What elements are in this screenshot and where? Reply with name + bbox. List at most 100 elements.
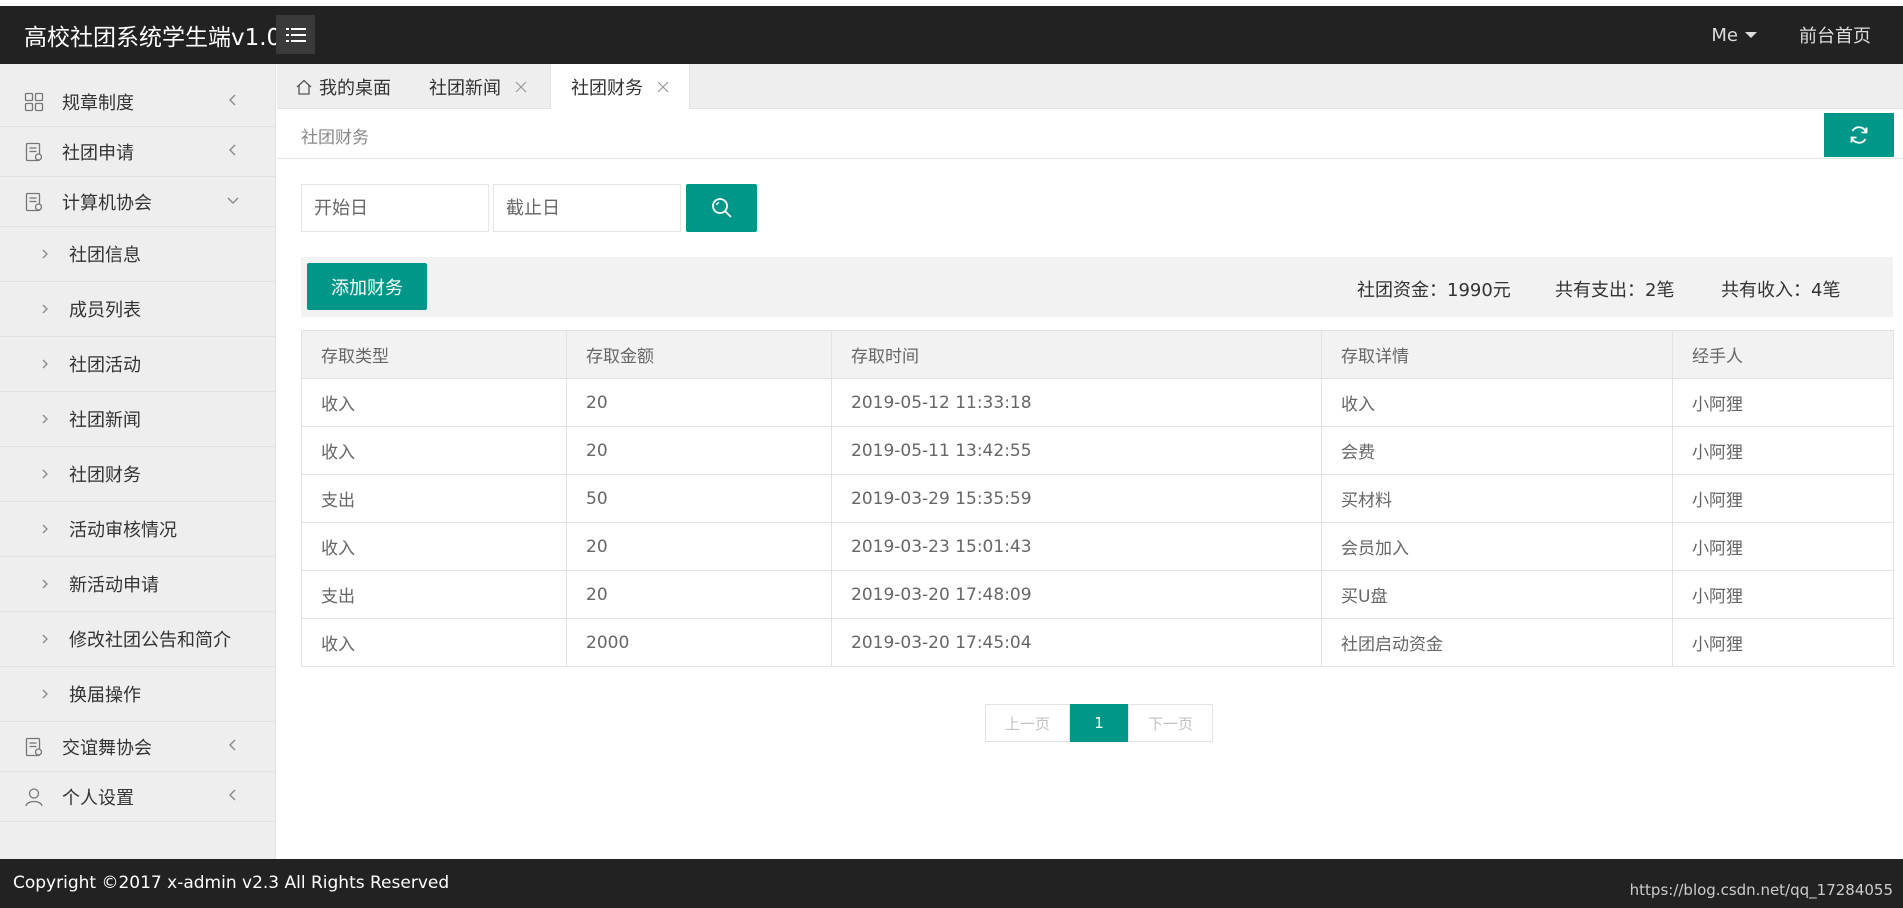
chevron-right-icon <box>42 414 48 424</box>
cell-detail: 社团启动资金 <box>1321 618 1673 667</box>
chevron-right-icon <box>42 469 48 479</box>
cell-handler: 小阿狸 <box>1672 426 1894 475</box>
cell-amount: 20 <box>566 378 832 427</box>
cell-type: 收入 <box>301 618 567 667</box>
close-icon[interactable] <box>515 81 527 93</box>
sidebar-item-new-activity[interactable]: 新活动申请 <box>0 557 275 612</box>
document-icon <box>24 737 44 757</box>
tab-label: 社团财务 <box>571 78 643 99</box>
tab-desktop[interactable]: 我的桌面 <box>295 64 391 109</box>
sidebar-group-computer-club[interactable]: 计算机协会 <box>0 177 275 227</box>
list-menu-icon <box>285 27 306 42</box>
sidebar-item-club-finance[interactable]: 社团财务 <box>0 447 275 502</box>
grid-icon <box>24 92 44 112</box>
end-date-input[interactable] <box>493 184 681 232</box>
cell-detail: 会员加入 <box>1321 522 1673 571</box>
tab-label: 社团新闻 <box>429 77 501 99</box>
home-link[interactable]: 前台首页 <box>1799 22 1871 48</box>
sidebar-item-label: 修改社团公告和简介 <box>69 630 231 651</box>
add-finance-button[interactable]: 添加财务 <box>307 263 427 310</box>
start-date-input[interactable] <box>301 184 489 232</box>
document-icon <box>24 192 44 212</box>
sidebar-item-club-news[interactable]: 社团新闻 <box>0 392 275 447</box>
income-count-stat: 共有收入：4笔 <box>1721 280 1841 301</box>
top-header: 高校社团系统学生端v1.0 Me 前台首页 <box>0 0 1903 64</box>
cell-detail: 买U盘 <box>1321 570 1673 619</box>
user-menu-label: Me <box>1711 24 1738 46</box>
cell-amount: 20 <box>566 426 832 475</box>
next-page-button[interactable]: 下一页 <box>1128 704 1213 742</box>
copyright-text: Copyright ©2017 x-admin v2.3 All Rights … <box>13 873 450 893</box>
cell-time: 2019-03-23 15:01:43 <box>831 522 1322 571</box>
cell-time: 2019-03-29 15:35:59 <box>831 474 1322 523</box>
close-icon[interactable] <box>657 81 669 93</box>
cell-type: 支出 <box>301 570 567 619</box>
header-right-nav: Me 前台首页 <box>1711 6 1903 64</box>
sidebar-item-label: 成员列表 <box>69 300 141 321</box>
cell-detail: 买材料 <box>1321 474 1673 523</box>
chevron-right-icon <box>42 524 48 534</box>
sidebar-item-activity-review[interactable]: 活动审核情况 <box>0 502 275 557</box>
sidebar-group-dance-club[interactable]: 交谊舞协会 <box>0 722 275 772</box>
sidebar-item-edit-notice[interactable]: 修改社团公告和简介 <box>0 612 275 667</box>
club-funds-stat: 社团资金：1990元 <box>1357 280 1511 301</box>
sidebar-item-term-change[interactable]: 换届操作 <box>0 667 275 722</box>
sidebar-item-member-list[interactable]: 成员列表 <box>0 282 275 337</box>
table-row: 收入 20 2019-05-12 11:33:18 收入 小阿狸 <box>301 378 1894 427</box>
chevron-left-icon <box>229 739 236 751</box>
user-menu[interactable]: Me <box>1711 25 1757 46</box>
cell-type: 支出 <box>301 474 567 523</box>
cell-amount: 2000 <box>566 618 832 667</box>
pagination: 上一页 1 下一页 <box>985 704 1213 742</box>
menu-toggle-button[interactable] <box>276 15 315 54</box>
caret-down-icon <box>1745 32 1757 38</box>
table-header-row: 存取类型 存取金额 存取时间 存取详情 经手人 <box>301 330 1894 379</box>
cell-handler: 小阿狸 <box>1672 570 1894 619</box>
sidebar-item-label: 社团新闻 <box>69 410 141 431</box>
sidebar-item-club-activities[interactable]: 社团活动 <box>0 337 275 392</box>
chevron-right-icon <box>42 634 48 644</box>
sidebar-item-label: 社团信息 <box>69 245 141 266</box>
cell-time: 2019-05-11 13:42:55 <box>831 426 1322 475</box>
sidebar-item-label: 社团财务 <box>69 465 141 486</box>
cell-handler: 小阿狸 <box>1672 522 1894 571</box>
column-header-time: 存取时间 <box>831 330 1322 379</box>
breadcrumb: 社团财务 <box>277 109 1903 159</box>
tab-label: 我的桌面 <box>319 77 391 99</box>
breadcrumb-current: 社团财务 <box>301 128 369 148</box>
refresh-button[interactable] <box>1824 113 1894 157</box>
cell-time: 2019-03-20 17:45:04 <box>831 618 1322 667</box>
sidebar-group-rules[interactable]: 规章制度 <box>0 77 275 127</box>
cell-amount: 20 <box>566 522 832 571</box>
sidebar-group-label: 个人设置 <box>62 787 134 809</box>
table-row: 收入 2000 2019-03-20 17:45:04 社团启动资金 小阿狸 <box>301 618 1894 667</box>
cell-handler: 小阿狸 <box>1672 378 1894 427</box>
page-number-current[interactable]: 1 <box>1070 704 1128 742</box>
column-header-type: 存取类型 <box>301 330 567 379</box>
sidebar-group-label: 交谊舞协会 <box>62 737 152 759</box>
sidebar-item-label: 社团活动 <box>69 355 141 376</box>
app-title[interactable]: 高校社团系统学生端v1.0 <box>24 18 281 52</box>
chevron-left-icon <box>229 94 236 106</box>
tab-club-news[interactable]: 社团新闻 <box>429 64 527 109</box>
tab-club-finance[interactable]: 社团财务 <box>550 64 690 110</box>
finance-toolbar: 添加财务 社团资金：1990元 共有支出：2笔 共有收入：4笔 <box>301 257 1893 317</box>
sidebar-group-personal-settings[interactable]: 个人设置 <box>0 772 275 822</box>
search-button[interactable] <box>686 184 757 232</box>
table-row: 收入 20 2019-03-23 15:01:43 会员加入 小阿狸 <box>301 522 1894 571</box>
sidebar-item-club-info[interactable]: 社团信息 <box>0 227 275 282</box>
cell-type: 收入 <box>301 522 567 571</box>
cell-detail: 收入 <box>1321 378 1673 427</box>
cell-type: 收入 <box>301 426 567 475</box>
sidebar-group-label: 社团申请 <box>62 142 134 164</box>
column-header-detail: 存取详情 <box>1321 330 1673 379</box>
column-header-amount: 存取金额 <box>566 330 832 379</box>
chevron-right-icon <box>42 689 48 699</box>
cell-handler: 小阿狸 <box>1672 618 1894 667</box>
sidebar-group-club-apply[interactable]: 社团申请 <box>0 127 275 177</box>
table-row: 收入 20 2019-05-11 13:42:55 会费 小阿狸 <box>301 426 1894 475</box>
cell-detail: 会费 <box>1321 426 1673 475</box>
prev-page-button[interactable]: 上一页 <box>985 704 1070 742</box>
document-icon <box>24 142 44 162</box>
chevron-left-icon <box>229 789 236 801</box>
